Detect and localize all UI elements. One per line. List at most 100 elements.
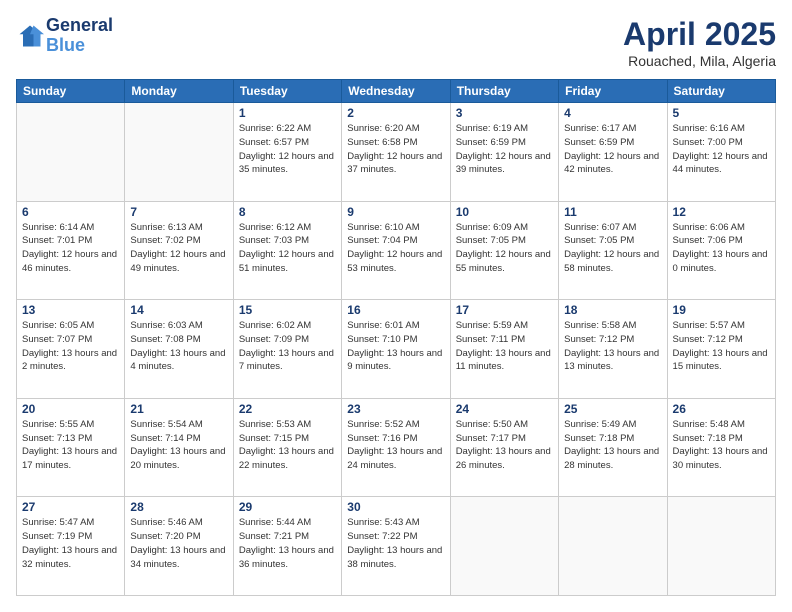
calendar-cell: 27 Sunrise: 5:47 AM Sunset: 7:19 PM Dayli… [17, 497, 125, 596]
calendar-cell: 1 Sunrise: 6:22 AM Sunset: 6:57 PM Daylig… [233, 103, 341, 202]
calendar-week-row: 20 Sunrise: 5:55 AM Sunset: 7:13 PM Dayli… [17, 398, 776, 497]
day-number: 5 [673, 106, 770, 120]
day-info: Sunrise: 5:53 AM Sunset: 7:15 PM Dayligh… [239, 418, 336, 473]
day-info: Sunrise: 5:55 AM Sunset: 7:13 PM Dayligh… [22, 418, 119, 473]
location-subtitle: Rouached, Mila, Algeria [623, 53, 776, 69]
day-info: Sunrise: 6:09 AM Sunset: 7:05 PM Dayligh… [456, 221, 553, 276]
day-number: 11 [564, 205, 661, 219]
calendar-cell: 30 Sunrise: 5:43 AM Sunset: 7:22 PM Dayli… [342, 497, 450, 596]
calendar-week-row: 13 Sunrise: 6:05 AM Sunset: 7:07 PM Dayli… [17, 300, 776, 399]
day-number: 20 [22, 402, 119, 416]
calendar-cell: 8 Sunrise: 6:12 AM Sunset: 7:03 PM Daylig… [233, 201, 341, 300]
calendar-cell: 29Sunrise: 5:44 AM Sunset: 7:21 PM Dayli… [233, 497, 341, 596]
calendar-table: SundayMondayTuesdayWednesdayThursdayFrid… [16, 79, 776, 596]
calendar-cell: 4 Sunrise: 6:17 AM Sunset: 6:59 PM Daylig… [559, 103, 667, 202]
day-info: Sunrise: 6:12 AM Sunset: 7:03 PM Dayligh… [239, 221, 336, 276]
day-info: Sunrise: 5:49 AM Sunset: 7:18 PM Dayligh… [564, 418, 661, 473]
day-number: 1 [239, 106, 336, 120]
calendar-week-row: 27 Sunrise: 5:47 AM Sunset: 7:19 PM Dayli… [17, 497, 776, 596]
day-info: Sunrise: 6:06 AM Sunset: 7:06 PM Dayligh… [673, 221, 770, 276]
calendar-cell [667, 497, 775, 596]
day-info: Sunrise: 5:50 AM Sunset: 7:17 PM Dayligh… [456, 418, 553, 473]
day-info: Sunrise: 6:07 AM Sunset: 7:05 PM Dayligh… [564, 221, 661, 276]
day-info: Sunrise: 6:20 AM Sunset: 6:58 PM Dayligh… [347, 122, 444, 177]
calendar-cell [125, 103, 233, 202]
logo-text: General Blue [46, 16, 113, 56]
calendar-cell: 9 Sunrise: 6:10 AM Sunset: 7:04 PM Daylig… [342, 201, 450, 300]
calendar-cell: 14 Sunrise: 6:03 AM Sunset: 7:08 PM Dayli… [125, 300, 233, 399]
day-info: Sunrise: 6:05 AM Sunset: 7:07 PM Dayligh… [22, 319, 119, 374]
calendar-cell: 18Sunrise: 5:58 AM Sunset: 7:12 PM Dayli… [559, 300, 667, 399]
calendar-week-row: 6 Sunrise: 6:14 AM Sunset: 7:01 PM Daylig… [17, 201, 776, 300]
day-number: 28 [130, 500, 227, 514]
day-number: 7 [130, 205, 227, 219]
weekday-header: Friday [559, 80, 667, 103]
logo-icon [16, 22, 44, 50]
day-number: 6 [22, 205, 119, 219]
day-number: 2 [347, 106, 444, 120]
day-number: 19 [673, 303, 770, 317]
day-info: Sunrise: 5:54 AM Sunset: 7:14 PM Dayligh… [130, 418, 227, 473]
calendar-cell: 24Sunrise: 5:50 AM Sunset: 7:17 PM Dayli… [450, 398, 558, 497]
day-info: Sunrise: 6:16 AM Sunset: 7:00 PM Dayligh… [673, 122, 770, 177]
calendar-cell: 25 Sunrise: 5:49 AM Sunset: 7:18 PM Dayli… [559, 398, 667, 497]
header: General Blue April 2025 Rouached, Mila, … [16, 16, 776, 69]
calendar-cell: 3Sunrise: 6:19 AM Sunset: 6:59 PM Daylig… [450, 103, 558, 202]
day-number: 4 [564, 106, 661, 120]
day-number: 25 [564, 402, 661, 416]
calendar-cell: 23 Sunrise: 5:52 AM Sunset: 7:16 PM Dayli… [342, 398, 450, 497]
day-info: Sunrise: 5:59 AM Sunset: 7:11 PM Dayligh… [456, 319, 553, 374]
day-number: 27 [22, 500, 119, 514]
day-info: Sunrise: 5:58 AM Sunset: 7:12 PM Dayligh… [564, 319, 661, 374]
day-number: 3 [456, 106, 553, 120]
day-info: Sunrise: 5:48 AM Sunset: 7:18 PM Dayligh… [673, 418, 770, 473]
day-number: 14 [130, 303, 227, 317]
day-info: Sunrise: 5:46 AM Sunset: 7:20 PM Dayligh… [130, 516, 227, 571]
title-block: April 2025 Rouached, Mila, Algeria [623, 16, 776, 69]
day-info: Sunrise: 6:17 AM Sunset: 6:59 PM Dayligh… [564, 122, 661, 177]
calendar-cell: 7Sunrise: 6:13 AM Sunset: 7:02 PM Daylig… [125, 201, 233, 300]
calendar-header-row: SundayMondayTuesdayWednesdayThursdayFrid… [17, 80, 776, 103]
logo: General Blue [16, 16, 113, 56]
day-info: Sunrise: 5:43 AM Sunset: 7:22 PM Dayligh… [347, 516, 444, 571]
calendar-cell: 22 Sunrise: 5:53 AM Sunset: 7:15 PM Dayli… [233, 398, 341, 497]
weekday-header: Tuesday [233, 80, 341, 103]
calendar-cell: 5 Sunrise: 6:16 AM Sunset: 7:00 PM Daylig… [667, 103, 775, 202]
day-info: Sunrise: 6:14 AM Sunset: 7:01 PM Dayligh… [22, 221, 119, 276]
calendar-cell: 11 Sunrise: 6:07 AM Sunset: 7:05 PM Dayli… [559, 201, 667, 300]
page: General Blue April 2025 Rouached, Mila, … [0, 0, 792, 612]
day-number: 13 [22, 303, 119, 317]
calendar-cell: 16 Sunrise: 6:01 AM Sunset: 7:10 PM Dayli… [342, 300, 450, 399]
day-number: 16 [347, 303, 444, 317]
day-number: 9 [347, 205, 444, 219]
weekday-header: Monday [125, 80, 233, 103]
day-info: Sunrise: 6:01 AM Sunset: 7:10 PM Dayligh… [347, 319, 444, 374]
calendar-cell [450, 497, 558, 596]
day-info: Sunrise: 5:47 AM Sunset: 7:19 PM Dayligh… [22, 516, 119, 571]
day-info: Sunrise: 5:52 AM Sunset: 7:16 PM Dayligh… [347, 418, 444, 473]
day-number: 8 [239, 205, 336, 219]
weekday-header: Sunday [17, 80, 125, 103]
calendar-cell: 28 Sunrise: 5:46 AM Sunset: 7:20 PM Dayli… [125, 497, 233, 596]
day-number: 10 [456, 205, 553, 219]
day-info: Sunrise: 6:03 AM Sunset: 7:08 PM Dayligh… [130, 319, 227, 374]
calendar-cell: 13 Sunrise: 6:05 AM Sunset: 7:07 PM Dayli… [17, 300, 125, 399]
day-info: Sunrise: 6:22 AM Sunset: 6:57 PM Dayligh… [239, 122, 336, 177]
month-title: April 2025 [623, 16, 776, 53]
calendar-week-row: 1 Sunrise: 6:22 AM Sunset: 6:57 PM Daylig… [17, 103, 776, 202]
day-number: 22 [239, 402, 336, 416]
day-number: 30 [347, 500, 444, 514]
day-number: 17 [456, 303, 553, 317]
calendar-cell: 12Sunrise: 6:06 AM Sunset: 7:06 PM Dayli… [667, 201, 775, 300]
weekday-header: Saturday [667, 80, 775, 103]
weekday-header: Thursday [450, 80, 558, 103]
calendar-cell: 17 Sunrise: 5:59 AM Sunset: 7:11 PM Dayli… [450, 300, 558, 399]
weekday-header: Wednesday [342, 80, 450, 103]
calendar-cell: 26Sunrise: 5:48 AM Sunset: 7:18 PM Dayli… [667, 398, 775, 497]
day-number: 15 [239, 303, 336, 317]
day-info: Sunrise: 6:10 AM Sunset: 7:04 PM Dayligh… [347, 221, 444, 276]
day-info: Sunrise: 6:02 AM Sunset: 7:09 PM Dayligh… [239, 319, 336, 374]
calendar-cell [17, 103, 125, 202]
calendar-cell: 21Sunrise: 5:54 AM Sunset: 7:14 PM Dayli… [125, 398, 233, 497]
day-number: 23 [347, 402, 444, 416]
